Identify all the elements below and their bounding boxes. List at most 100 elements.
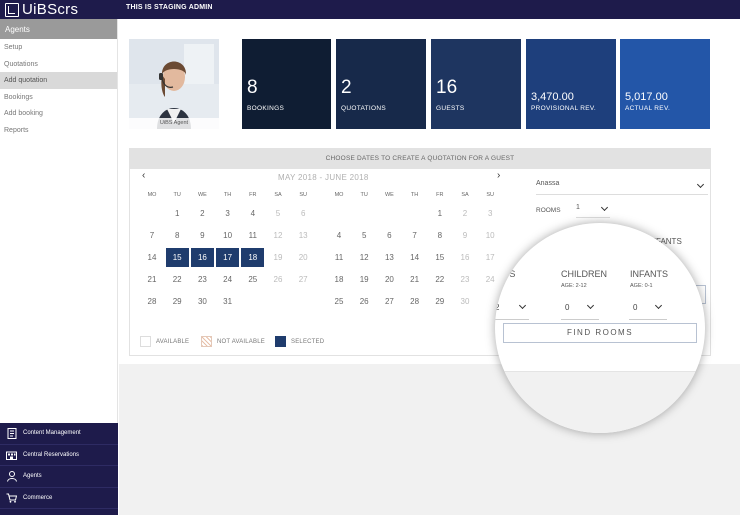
panel-title: CHOOSE DATES TO CREATE A QUOTATION FOR A… xyxy=(130,149,710,169)
calendar-day[interactable]: 23 xyxy=(454,270,477,289)
legend-label: AVAILABLE xyxy=(156,338,190,345)
calendar-day[interactable]: 21 xyxy=(403,270,426,289)
calendar-day[interactable]: 25 xyxy=(241,270,264,289)
sidebar-item-bookings[interactable]: Bookings xyxy=(0,89,117,106)
calendar-day[interactable]: 7 xyxy=(141,226,164,245)
stat-label: ACTUAL REV. xyxy=(625,105,671,112)
calendar-day[interactable]: 1 xyxy=(166,204,189,223)
calendar-day[interactable]: 20 xyxy=(378,270,401,289)
calendar-day[interactable]: 7 xyxy=(403,226,426,245)
legend-label: SELECTED xyxy=(291,338,325,345)
calendar-day[interactable]: 19 xyxy=(353,270,376,289)
calendar-day[interactable]: 5 xyxy=(353,226,376,245)
calendar-day[interactable]: 29 xyxy=(428,292,451,311)
nav-agents[interactable]: Agents xyxy=(0,466,118,488)
stat-actual-revenue[interactable]: 5,017.00 ACTUAL REV. xyxy=(620,39,710,129)
weekday-header: SU xyxy=(299,192,307,198)
sidebar-item-quotations[interactable]: Quotations xyxy=(0,56,117,73)
calendar-day[interactable]: 13 xyxy=(292,226,315,245)
calendar-day[interactable]: 27 xyxy=(292,270,315,289)
children-select-value[interactable]: 0 xyxy=(565,303,569,312)
calendar-day[interactable]: 19 xyxy=(267,248,290,267)
calendar-day[interactable]: 13 xyxy=(378,248,401,267)
calendar-day[interactable]: 28 xyxy=(141,292,164,311)
adults-select-value[interactable]: 2 xyxy=(495,303,499,312)
weekday-header: MO xyxy=(334,192,344,198)
calendar-day[interactable]: 4 xyxy=(328,226,351,245)
calendar-day[interactable]: 3 xyxy=(479,204,502,223)
stat-bookings[interactable]: 8 BOOKINGS xyxy=(242,39,331,129)
calendar-day[interactable]: 2 xyxy=(454,204,477,223)
nav-central-reservations[interactable]: Central Reservations xyxy=(0,444,118,466)
legend-available: AVAILABLE xyxy=(140,336,189,347)
calendar-day[interactable]: 9 xyxy=(191,226,214,245)
calendar-day[interactable]: 15 xyxy=(428,248,451,267)
calendar-day[interactable]: 11 xyxy=(328,248,351,267)
stat-guests[interactable]: 16 GUESTS xyxy=(431,39,521,129)
calendar-day[interactable]: 12 xyxy=(267,226,290,245)
calendar-day[interactable]: 16 xyxy=(454,248,477,267)
calendar-day[interactable]: 16 xyxy=(190,248,214,267)
calendar-day[interactable]: 1 xyxy=(428,204,451,223)
calendar-day[interactable]: 27 xyxy=(378,292,401,311)
calendar-day[interactable]: 18 xyxy=(241,248,265,267)
infants-select-value[interactable]: 0 xyxy=(633,303,637,312)
calendar-day[interactable]: 11 xyxy=(241,226,264,245)
stat-quotations[interactable]: 2 QUOTATIONS xyxy=(336,39,426,129)
chevron-down-icon xyxy=(586,301,595,310)
calendar-day[interactable]: 29 xyxy=(166,292,189,311)
calendar-day[interactable]: 9 xyxy=(454,226,477,245)
weekday-header: TH xyxy=(223,192,232,198)
calendar-day[interactable]: 6 xyxy=(378,226,401,245)
next-month-button[interactable]: › xyxy=(497,170,500,181)
calendar-day[interactable]: 23 xyxy=(191,270,214,289)
calendar-day[interactable]: 30 xyxy=(191,292,214,311)
stat-value: 16 xyxy=(436,77,458,98)
nav-content-management[interactable]: Content Management xyxy=(0,423,118,445)
calendar-day[interactable]: 25 xyxy=(328,292,351,311)
sidebar-item-reports[interactable]: Reports xyxy=(0,122,117,139)
calendar-day[interactable]: 12 xyxy=(353,248,376,267)
nav-more[interactable] xyxy=(0,509,118,515)
hotel-select[interactable]: Anassa xyxy=(536,180,708,195)
stat-label: PROVISIONAL REV. xyxy=(531,105,597,112)
building-icon xyxy=(6,449,17,460)
calendar-day[interactable]: 3 xyxy=(216,204,239,223)
sidebar-item-add-quotation[interactable]: Add quotation xyxy=(0,72,117,89)
calendar-day[interactable]: 14 xyxy=(403,248,426,267)
calendar-day[interactable]: 26 xyxy=(267,270,290,289)
sidebar-item-setup[interactable]: Setup xyxy=(0,39,117,56)
calendar-day[interactable]: 15 xyxy=(165,248,189,267)
calendar-day[interactable]: 6 xyxy=(292,204,315,223)
logo-text: UiBScrs xyxy=(22,1,79,18)
calendar-day[interactable]: 10 xyxy=(479,226,502,245)
content-area: UiBS Agent 8 BOOKINGS 2 QUOTATIONS 16 GU… xyxy=(119,19,740,433)
calendar-day[interactable]: 28 xyxy=(403,292,426,311)
calendar-day[interactable]: 10 xyxy=(216,226,239,245)
calendar-day[interactable]: 4 xyxy=(241,204,264,223)
calendar-day[interactable]: 20 xyxy=(292,248,315,267)
calendar-day[interactable]: 17 xyxy=(216,248,240,267)
nav-commerce[interactable]: Commerce xyxy=(0,487,118,509)
calendar-day[interactable]: 17 xyxy=(479,248,502,267)
calendar-day[interactable]: 5 xyxy=(267,204,290,223)
calendar-day[interactable]: 22 xyxy=(166,270,189,289)
calendar-day[interactable]: 18 xyxy=(328,270,351,289)
rooms-select[interactable]: 1 xyxy=(576,203,610,218)
calendar-day[interactable]: 31 xyxy=(216,292,239,311)
stat-provisional-revenue[interactable]: 3,470.00 PROVISIONAL REV. xyxy=(526,39,616,129)
calendar-day[interactable]: 26 xyxy=(353,292,376,311)
app-logo[interactable]: UiBScrs xyxy=(0,0,118,19)
calendar-day[interactable]: 21 xyxy=(141,270,164,289)
sidebar-item-add-booking[interactable]: Add booking xyxy=(0,105,117,122)
find-rooms-button[interactable]: FIND ROOMS xyxy=(503,323,697,343)
agent-photo: UiBS Agent xyxy=(129,39,219,129)
calendar-day[interactable]: 22 xyxy=(428,270,451,289)
calendar-day[interactable]: 30 xyxy=(454,292,477,311)
calendar-day[interactable]: 24 xyxy=(216,270,239,289)
calendar-day[interactable]: 2 xyxy=(191,204,214,223)
prev-month-button[interactable]: ‹ xyxy=(142,170,145,181)
calendar-day[interactable]: 14 xyxy=(141,248,164,267)
calendar-day[interactable]: 8 xyxy=(428,226,451,245)
calendar-day[interactable]: 8 xyxy=(166,226,189,245)
